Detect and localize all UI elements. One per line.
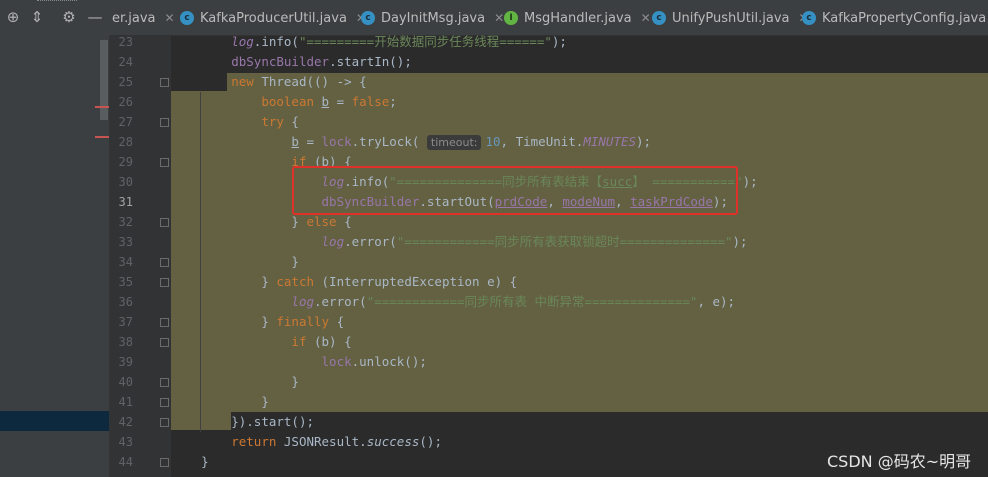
code-line-36[interactable]: log.error("============同步所有表 中断异常=======… bbox=[171, 292, 735, 312]
line-number: 36 bbox=[118, 295, 133, 309]
line-number: 27 bbox=[118, 115, 133, 129]
line-number: 33 bbox=[118, 235, 133, 249]
gear-icon[interactable]: ⚙ bbox=[60, 8, 78, 26]
watermark: CSDN @码农~明哥 bbox=[827, 452, 972, 471]
tab-label: MsgHandler.java bbox=[524, 10, 632, 26]
fold-marker[interactable] bbox=[160, 418, 169, 427]
line-number: 31 bbox=[118, 195, 133, 209]
close-icon[interactable]: ✕ bbox=[494, 11, 504, 25]
class-icon: c bbox=[652, 11, 666, 25]
line-number: 30 bbox=[118, 175, 133, 189]
code-line-32[interactable]: } else { bbox=[171, 212, 351, 232]
tab-label: KafkaProducerUtil.java bbox=[200, 10, 347, 26]
tab-label: er.java bbox=[112, 10, 156, 26]
error-marker bbox=[95, 136, 109, 138]
fold-marker[interactable] bbox=[160, 378, 169, 387]
panel-scrollbar[interactable] bbox=[100, 40, 108, 120]
code-line-25[interactable]: new Thread(() -> { bbox=[171, 72, 366, 92]
line-number: 25 bbox=[118, 75, 133, 89]
line-number: 28 bbox=[118, 135, 133, 149]
tab-kafkaproducerutil[interactable]: c KafkaProducerUtil.java ✕ bbox=[180, 0, 366, 36]
line-number: 44 bbox=[118, 455, 133, 469]
code-line-26[interactable]: boolean b = false; bbox=[171, 92, 397, 112]
code-line-44[interactable]: } bbox=[171, 452, 209, 472]
tab-label: KafkaPropertyConfig.java bbox=[822, 10, 987, 26]
interface-icon: I bbox=[504, 11, 518, 25]
tab-bar-tools: ⊕ ⇕ ⚙ — bbox=[0, 0, 110, 36]
drag-handle[interactable] bbox=[37, 0, 77, 3]
code-line-27[interactable]: try { bbox=[171, 112, 299, 132]
code-line-38[interactable]: if (b) { bbox=[171, 332, 351, 352]
fold-marker[interactable] bbox=[160, 458, 169, 467]
code-line-24[interactable]: dbSyncBuilder.startIn(); bbox=[171, 52, 412, 72]
line-number: 26 bbox=[118, 95, 133, 109]
code-line-37[interactable]: } finally { bbox=[171, 312, 344, 332]
code-line-34[interactable]: } bbox=[171, 252, 299, 272]
line-number: 32 bbox=[118, 215, 133, 229]
tab-er-java[interactable]: er.java ✕ bbox=[112, 0, 175, 36]
code-line-41[interactable]: } bbox=[171, 392, 269, 412]
tab-msghandler[interactable]: I MsgHandler.java ✕ bbox=[504, 0, 651, 36]
code-line-28[interactable]: b = lock.tryLock( timeout: 10, TimeUnit.M… bbox=[171, 132, 651, 152]
class-icon: c bbox=[361, 11, 375, 25]
line-number: 42 bbox=[118, 415, 133, 429]
line-number: 37 bbox=[118, 315, 133, 329]
line-number: 39 bbox=[118, 355, 133, 369]
line-number: 43 bbox=[118, 435, 133, 449]
tab-unifypushutil[interactable]: c UnifyPushUtil.java ✕ bbox=[652, 0, 809, 36]
close-icon[interactable]: ✕ bbox=[641, 11, 651, 25]
line-number: 41 bbox=[118, 395, 133, 409]
fold-marker[interactable] bbox=[160, 258, 169, 267]
line-number: 24 bbox=[118, 55, 133, 69]
fold-marker[interactable] bbox=[160, 118, 169, 127]
fold-marker[interactable] bbox=[160, 278, 169, 287]
tab-label: UnifyPushUtil.java bbox=[672, 10, 790, 26]
close-icon[interactable]: ✕ bbox=[165, 11, 175, 25]
parameter-hint: timeout: bbox=[426, 135, 482, 150]
line-number: 40 bbox=[118, 375, 133, 389]
fold-marker[interactable] bbox=[160, 78, 169, 87]
annotation-box bbox=[292, 166, 738, 215]
locate-icon[interactable]: ⊕ bbox=[4, 8, 22, 26]
code-line-42[interactable]: }).start(); bbox=[171, 412, 314, 432]
class-icon: c bbox=[180, 11, 194, 25]
code-line-40[interactable]: } bbox=[171, 372, 299, 392]
collapse-all-icon[interactable]: ⇕ bbox=[28, 8, 46, 26]
line-number: 23 bbox=[118, 35, 133, 49]
error-marker bbox=[95, 106, 109, 108]
line-number: 29 bbox=[118, 155, 133, 169]
fold-marker[interactable] bbox=[160, 398, 169, 407]
tab-dayinitmsg[interactable]: c DayInitMsg.java ✕ bbox=[361, 0, 504, 36]
code-line-23[interactable]: log.info("=========开始数据同步任务线程======"); bbox=[171, 32, 567, 52]
tab-label: DayInitMsg.java bbox=[381, 10, 486, 26]
line-number: 38 bbox=[118, 335, 133, 349]
selected-tree-row[interactable] bbox=[0, 411, 109, 431]
line-number: 35 bbox=[118, 275, 133, 289]
code-line-35[interactable]: } catch (InterruptedException e) { bbox=[171, 272, 517, 292]
fold-marker[interactable] bbox=[160, 158, 169, 167]
code-line-33[interactable]: log.error("============同步所有表获取锁超时=======… bbox=[171, 232, 748, 252]
tab-kafkapropertyconfig[interactable]: c KafkaPropertyConfig.java ✕ bbox=[802, 0, 988, 36]
code-line-39[interactable]: lock.unlock(); bbox=[171, 352, 427, 372]
editor-tab-bar: ⊕ ⇕ ⚙ — er.java ✕ c KafkaProducerUtil.ja… bbox=[0, 0, 988, 36]
code-line-43[interactable]: return JSONResult.success(); bbox=[171, 432, 442, 452]
fold-marker[interactable] bbox=[160, 318, 169, 327]
class-icon: c bbox=[802, 11, 816, 25]
fold-marker[interactable] bbox=[160, 218, 169, 227]
minimize-icon[interactable]: — bbox=[86, 8, 104, 26]
line-number: 34 bbox=[118, 255, 133, 269]
fold-marker[interactable] bbox=[160, 338, 169, 347]
